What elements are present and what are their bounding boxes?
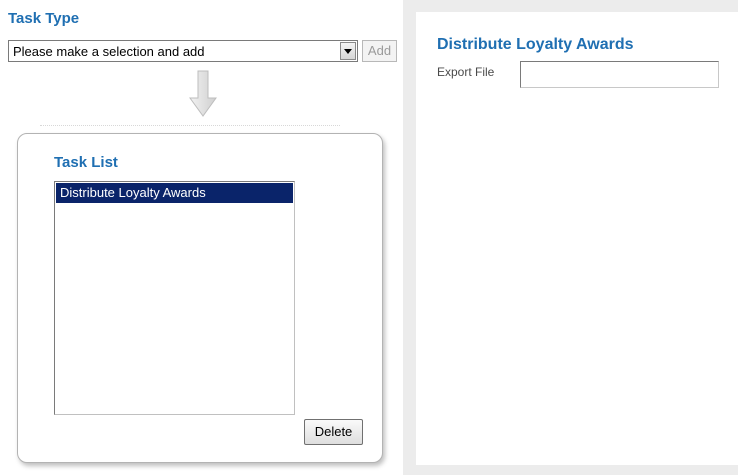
detail-panel: Distribute Loyalty Awards Export File <box>416 12 738 465</box>
chevron-down-icon[interactable] <box>340 42 356 60</box>
divider <box>40 125 340 126</box>
list-item[interactable]: Distribute Loyalty Awards <box>56 183 293 203</box>
add-button[interactable]: Add <box>362 40 397 62</box>
task-configuration-page: Task Type Please make a selection and ad… <box>0 0 738 475</box>
task-list-heading: Task List <box>54 154 118 171</box>
task-listbox[interactable]: Distribute Loyalty Awards <box>54 181 295 415</box>
export-file-label: Export File <box>437 65 495 79</box>
export-file-input[interactable] <box>520 61 719 88</box>
detail-panel-frame: Distribute Loyalty Awards Export File <box>403 0 738 475</box>
task-type-select-value: Please make a selection and add <box>13 44 205 59</box>
task-type-select[interactable]: Please make a selection and add <box>8 40 358 62</box>
detail-title: Distribute Loyalty Awards <box>437 36 634 53</box>
task-type-heading: Task Type <box>8 10 80 27</box>
task-list-card: Task List Distribute Loyalty Awards Dele… <box>17 133 383 463</box>
delete-button[interactable]: Delete <box>304 419 363 445</box>
down-arrow-icon <box>189 70 217 117</box>
